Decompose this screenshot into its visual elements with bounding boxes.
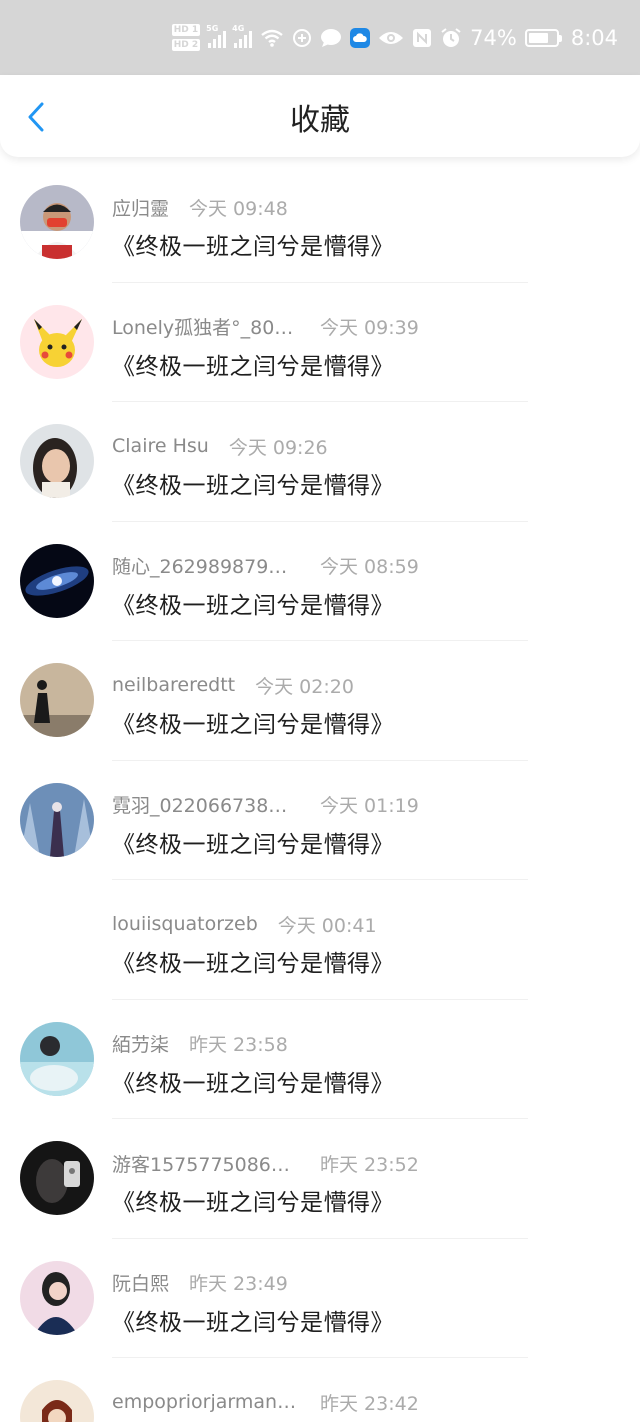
status-bar: HD 1 HD 2 5G 4G 74% 8:04 [0, 0, 640, 75]
battery-fill [528, 32, 549, 43]
timestamp: 昨天 23:52 [320, 1153, 419, 1176]
timestamp: 今天 09:48 [189, 197, 288, 220]
timestamp: 今天 01:19 [320, 795, 419, 817]
hd-tag-2: HD 2 [171, 39, 201, 51]
list-item[interactable]: 应归靈 今天 09:48 《终极一班之闫兮是懵得》 [0, 163, 640, 283]
signal-5g-icon: 5G [206, 24, 227, 48]
item-meta: neilbareredtt 今天 02:20 [112, 672, 354, 698]
avatar[interactable] [20, 1380, 94, 1422]
nfc-icon [412, 28, 432, 48]
username[interactable]: Claire Hsu [112, 435, 209, 457]
message-icon [320, 28, 342, 48]
username[interactable]: Lonely孤独者°_80… [112, 313, 300, 340]
item-meta: 随心_262989879… 今天 08:59 [112, 553, 419, 579]
avatar[interactable] [20, 543, 94, 618]
favorite-title[interactable]: 《终极一班之闫兮是懵得》 [112, 1303, 394, 1337]
list-item[interactable]: neilbareredtt 今天 02:20 《终极一班之闫兮是懵得》 [0, 641, 640, 761]
item-meta: 絔芀柒 昨天 23:58 [112, 1031, 288, 1057]
avatar[interactable] [20, 1141, 94, 1215]
avatar[interactable] [20, 185, 94, 259]
signal-4g-icon: 4G [232, 24, 253, 48]
eye-icon [378, 29, 404, 47]
item-meta: empopriorjarman… 昨天 23:42 [112, 1389, 419, 1415]
top-nav-bar: 收藏 [0, 75, 640, 157]
avatar-empty[interactable] [20, 902, 94, 976]
alarm-icon [440, 27, 462, 49]
item-meta: 应归靈 今天 09:48 [112, 194, 288, 220]
username[interactable]: louiisquatorzeb [112, 913, 258, 935]
avatar[interactable] [20, 1260, 94, 1335]
clock: 8:04 [570, 25, 618, 50]
timestamp: 今天 08:59 [320, 556, 419, 578]
username[interactable]: 霓羽_022066738… [112, 791, 300, 818]
vpn-icon [292, 28, 312, 48]
item-meta: louiisquatorzeb 今天 00:41 [112, 911, 377, 937]
favorite-title[interactable]: 《终极一班之闫兮是懵得》 [112, 1183, 394, 1217]
item-meta: 阮白熙 昨天 23:49 [112, 1270, 288, 1296]
avatar[interactable] [20, 424, 94, 498]
timestamp: 今天 02:20 [255, 675, 354, 698]
hd-tag-1: HD 1 [171, 24, 201, 36]
favorite-title[interactable]: 《终极一班之闫兮是懵得》 [112, 227, 394, 261]
page-title: 收藏 [290, 103, 350, 138]
hd-indicators: HD 1 HD 2 [171, 24, 201, 51]
username[interactable]: 絔芀柒 [112, 1030, 169, 1057]
cloud-app-icon [350, 27, 371, 48]
battery-icon [524, 28, 562, 47]
avatar[interactable] [20, 782, 94, 857]
favorite-title[interactable]: 《终极一班之闫兮是懵得》 [112, 825, 394, 859]
username[interactable]: 阮白熙 [112, 1269, 169, 1296]
favorite-title[interactable]: 《终极一班之闫兮是懵得》 [112, 1064, 394, 1098]
timestamp: 今天 09:39 [320, 317, 419, 339]
favorite-title[interactable]: 《终极一班之闫兮是懵得》 [112, 705, 394, 739]
item-meta: 霓羽_022066738… 今天 01:19 [112, 792, 419, 818]
list-item[interactable]: Claire Hsu 今天 09:26 《终极一班之闫兮是懵得》 [0, 402, 640, 522]
timestamp: 今天 09:26 [228, 436, 328, 459]
list-item[interactable]: 霓羽_022066738… 今天 01:19 《终极一班之闫兮是懵得》 [0, 761, 640, 880]
wifi-icon [260, 28, 284, 48]
list-item[interactable]: Lonely孤独者°_80… 今天 09:39 《终极一班之闫兮是懵得》 [0, 283, 640, 402]
favorites-list: 应归靈 今天 09:48 《终极一班之闫兮是懵得》 Lonely孤独者°_80… 今天 … [0, 163, 640, 1422]
list-item[interactable]: louiisquatorzeb 今天 00:41 《终极一班之闫兮是懵得》 [0, 880, 640, 1000]
avatar[interactable] [20, 304, 94, 379]
timestamp: 昨天 23:42 [320, 1392, 419, 1415]
username[interactable]: empopriorjarman… [112, 1391, 300, 1413]
list-item[interactable]: 游客1575775086… 昨天 23:52 《终极一班之闫兮是懵得》 [0, 1119, 640, 1239]
item-meta: 游客1575775086… 昨天 23:52 [112, 1150, 419, 1176]
list-item[interactable]: 絔芀柒 昨天 23:58 《终极一班之闫兮是懵得》 [0, 1000, 640, 1119]
favorite-title[interactable]: 《终极一班之闫兮是懵得》 [112, 586, 394, 620]
avatar[interactable] [20, 663, 94, 737]
list-item[interactable]: 随心_262989879… 今天 08:59 《终极一班之闫兮是懵得》 [0, 522, 640, 641]
username[interactable]: 随心_262989879… [112, 552, 300, 579]
username[interactable]: 游客1575775086… [112, 1150, 300, 1177]
timestamp: 昨天 23:58 [189, 1034, 288, 1056]
item-meta: Lonely孤独者°_80… 今天 09:39 [112, 314, 419, 340]
favorite-title[interactable]: 《终极一班之闫兮是懵得》 [112, 944, 394, 978]
list-item[interactable]: 阮白熙 昨天 23:49 《终极一班之闫兮是懵得》 [0, 1239, 640, 1358]
timestamp: 昨天 23:49 [189, 1273, 288, 1295]
battery-percent: 74% [470, 25, 517, 50]
favorite-title[interactable]: 《终极一班之闫兮是懵得》 [112, 466, 394, 500]
favorite-title[interactable]: 《终极一班之闫兮是懵得》 [112, 347, 394, 381]
list-item[interactable]: empopriorjarman… 昨天 23:42 [0, 1358, 640, 1422]
username[interactable]: 应归靈 [112, 194, 169, 221]
timestamp: 今天 00:41 [277, 914, 377, 937]
item-meta: Claire Hsu 今天 09:26 [112, 433, 328, 459]
status-icons: HD 1 HD 2 5G 4G 74% 8:04 [171, 0, 618, 75]
username[interactable]: neilbareredtt [112, 674, 235, 696]
avatar[interactable] [20, 1021, 94, 1096]
